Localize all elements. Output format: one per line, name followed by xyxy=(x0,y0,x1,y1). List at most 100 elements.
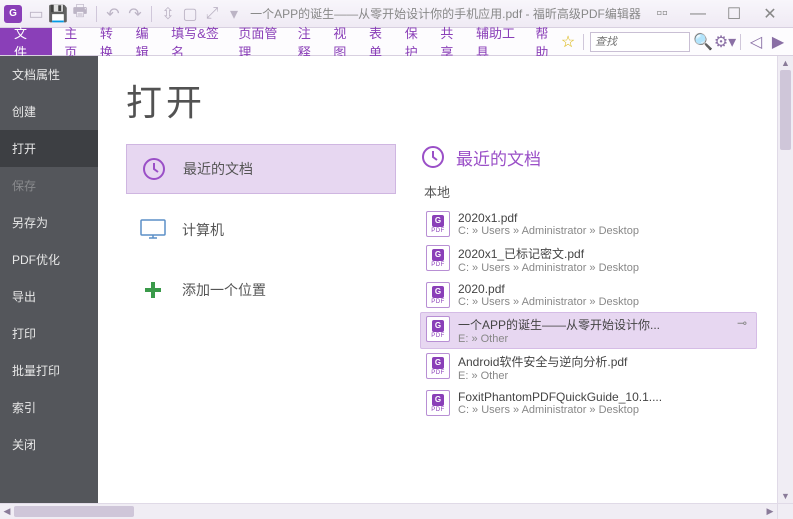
ribbon-tab[interactable]: 转换 xyxy=(100,23,124,61)
file-meta: FoxitPhantomPDFQuickGuide_10.1.... C: » … xyxy=(458,390,751,416)
ribbon-tab[interactable]: 编辑 xyxy=(136,23,160,61)
vertical-scrollbar[interactable]: ▲ ▼ xyxy=(777,56,793,503)
ribbon-right: ☆ 🔍 ⚙▾ ◁ ▶ xyxy=(559,28,793,55)
ribbon-tab[interactable]: 页面管理 xyxy=(238,23,285,61)
recent-file-row[interactable]: GPDF 2020x1_已标记密文.pdf C: » Users » Admin… xyxy=(420,241,757,278)
minimize-button[interactable]: — xyxy=(685,5,711,23)
sidebar-item[interactable]: 导出 xyxy=(0,278,98,315)
ribbon-tab[interactable]: 保护 xyxy=(405,23,429,61)
search-box[interactable] xyxy=(590,32,690,52)
sidebar-item[interactable]: 批量打印 xyxy=(0,352,98,389)
fit-icon[interactable]: ▢ xyxy=(182,6,198,22)
file-path: C: » Users » Administrator » Desktop xyxy=(458,404,751,416)
scroll-down-icon[interactable]: ▼ xyxy=(778,489,793,503)
horizontal-scrollbar[interactable]: ◀ ▶ xyxy=(0,503,777,519)
sidebar-item[interactable]: 创建 xyxy=(0,93,98,130)
source-add-place[interactable]: 添加一个位置 xyxy=(126,266,396,314)
scroll-icon[interactable]: ⇳ xyxy=(160,6,176,22)
file-path: C: » Users » Administrator » Desktop xyxy=(458,225,751,237)
close-button[interactable]: ✕ xyxy=(757,5,783,23)
clock-icon xyxy=(420,144,446,170)
file-tab[interactable]: 文件 xyxy=(0,28,52,55)
recent-file-row[interactable]: GPDF 2020x1.pdf C: » Users » Administrat… xyxy=(420,207,757,241)
source-recent[interactable]: 最近的文档 xyxy=(126,144,396,194)
separator xyxy=(740,34,741,50)
sidebar-item[interactable]: 另存为 xyxy=(0,204,98,241)
open-icon[interactable]: ▭ xyxy=(28,6,44,22)
sidebar-item[interactable]: 打开 xyxy=(0,130,98,167)
ribbon-tab[interactable]: 辅助工具 xyxy=(476,23,523,61)
sidebar-item[interactable]: 保存 xyxy=(0,167,98,204)
zoom-icon[interactable]: ⤢ xyxy=(204,6,220,22)
sidebar-item[interactable]: 关闭 xyxy=(0,426,98,463)
file-path: C: » Users » Administrator » Desktop xyxy=(458,296,751,308)
ribbon-tab[interactable]: 共享 xyxy=(440,23,464,61)
pdf-icon: GPDF xyxy=(426,245,450,271)
file-name: Android软件安全与逆向分析.pdf xyxy=(458,353,751,370)
sidebar-item[interactable]: 索引 xyxy=(0,389,98,426)
scroll-up-icon[interactable]: ▲ xyxy=(778,56,793,70)
ribbon-tabs: 主页转换编辑填写&签名页面管理注释视图表单保护共享辅助工具帮助 xyxy=(52,28,559,55)
computer-icon xyxy=(138,216,168,244)
file-path: C: » Users » Administrator » Desktop xyxy=(458,262,751,274)
file-meta: Android软件安全与逆向分析.pdf E: » Other xyxy=(458,353,751,382)
file-name: 2020.pdf xyxy=(458,282,751,296)
pdf-icon: GPDF xyxy=(426,316,450,342)
undo-icon[interactable]: ↶ xyxy=(105,6,121,22)
scroll-right-icon[interactable]: ▶ xyxy=(763,504,777,519)
search-icon[interactable]: 🔍 xyxy=(694,33,712,51)
prev-icon[interactable]: ◁ xyxy=(747,33,765,51)
source-add-label: 添加一个位置 xyxy=(182,280,266,300)
ribbon-tab[interactable]: 主页 xyxy=(64,23,88,61)
recent-file-row[interactable]: GPDF 2020.pdf C: » Users » Administrator… xyxy=(420,278,757,312)
sidebar-item[interactable]: 打印 xyxy=(0,315,98,352)
sidebar: 文档属性创建打开保存另存为PDF优化导出打印批量打印索引关闭 xyxy=(0,56,98,503)
next-icon[interactable]: ▶ xyxy=(769,33,787,51)
quick-access-toolbar: ▭ 💾 🖶 ↶ ↷ ⇳ ▢ ⤢ ▾ xyxy=(28,6,242,22)
file-meta: 2020.pdf C: » Users » Administrator » De… xyxy=(458,282,751,308)
clock-icon xyxy=(139,155,169,183)
backstage: 文档属性创建打开保存另存为PDF优化导出打印批量打印索引关闭 打开 最近的文档 … xyxy=(0,56,777,503)
recent-heading: 最近的文档 xyxy=(420,144,757,170)
recent-file-row[interactable]: GPDF Android软件安全与逆向分析.pdf E: » Other ⊸ xyxy=(420,349,757,386)
redo-icon[interactable]: ↷ xyxy=(127,6,143,22)
source-computer[interactable]: 计算机 xyxy=(126,206,396,254)
scroll-left-icon[interactable]: ◀ xyxy=(0,504,14,519)
save-icon[interactable]: 💾 xyxy=(50,6,66,22)
window-controls: ▫▫ — ☐ ✕ xyxy=(649,5,789,23)
source-computer-label: 计算机 xyxy=(182,220,224,240)
pin-icon[interactable]: ⊸ xyxy=(733,316,751,330)
scroll-thumb[interactable] xyxy=(14,506,134,517)
scroll-thumb[interactable] xyxy=(780,70,791,150)
file-meta: 一个APP的诞生——从零开始设计你... E: » Other xyxy=(458,316,725,345)
ribbon-tab[interactable]: 注释 xyxy=(298,23,322,61)
ribbon-toggle-icon[interactable]: ▫▫ xyxy=(649,5,675,23)
ribbon: 文件 主页转换编辑填写&签名页面管理注释视图表单保护共享辅助工具帮助 ☆ 🔍 ⚙… xyxy=(0,28,793,56)
page-title: 打开 xyxy=(126,74,757,126)
app-icon: G xyxy=(4,5,22,23)
local-subheading: 本地 xyxy=(424,182,757,201)
search-input[interactable] xyxy=(595,36,685,48)
plus-icon xyxy=(138,276,168,304)
scroll-corner xyxy=(777,503,793,519)
sidebar-item[interactable]: PDF优化 xyxy=(0,241,98,278)
ribbon-tab[interactable]: 表单 xyxy=(369,23,393,61)
gear-icon[interactable]: ⚙▾ xyxy=(716,33,734,51)
file-path: E: » Other xyxy=(458,370,751,382)
separator xyxy=(96,6,97,22)
ribbon-tab[interactable]: 帮助 xyxy=(535,23,559,61)
dropdown-icon[interactable]: ▾ xyxy=(226,6,242,22)
recent-file-row[interactable]: GPDF FoxitPhantomPDFQuickGuide_10.1.... … xyxy=(420,386,757,420)
print-icon[interactable]: 🖶 xyxy=(72,6,88,22)
ribbon-tab[interactable]: 填写&签名 xyxy=(171,23,226,61)
pdf-icon: GPDF xyxy=(426,211,450,237)
file-name: 2020x1.pdf xyxy=(458,211,751,225)
ribbon-tab[interactable]: 视图 xyxy=(333,23,357,61)
bookmark-icon[interactable]: ☆ xyxy=(559,33,577,51)
open-sources: 最近的文档 计算机 添加一个位置 xyxy=(126,144,396,420)
sidebar-item[interactable]: 文档属性 xyxy=(0,56,98,93)
recent-file-row[interactable]: GPDF 一个APP的诞生——从零开始设计你... E: » Other ⊸ xyxy=(420,312,757,349)
file-path: E: » Other xyxy=(458,333,725,345)
pdf-icon: GPDF xyxy=(426,353,450,379)
maximize-button[interactable]: ☐ xyxy=(721,5,747,23)
